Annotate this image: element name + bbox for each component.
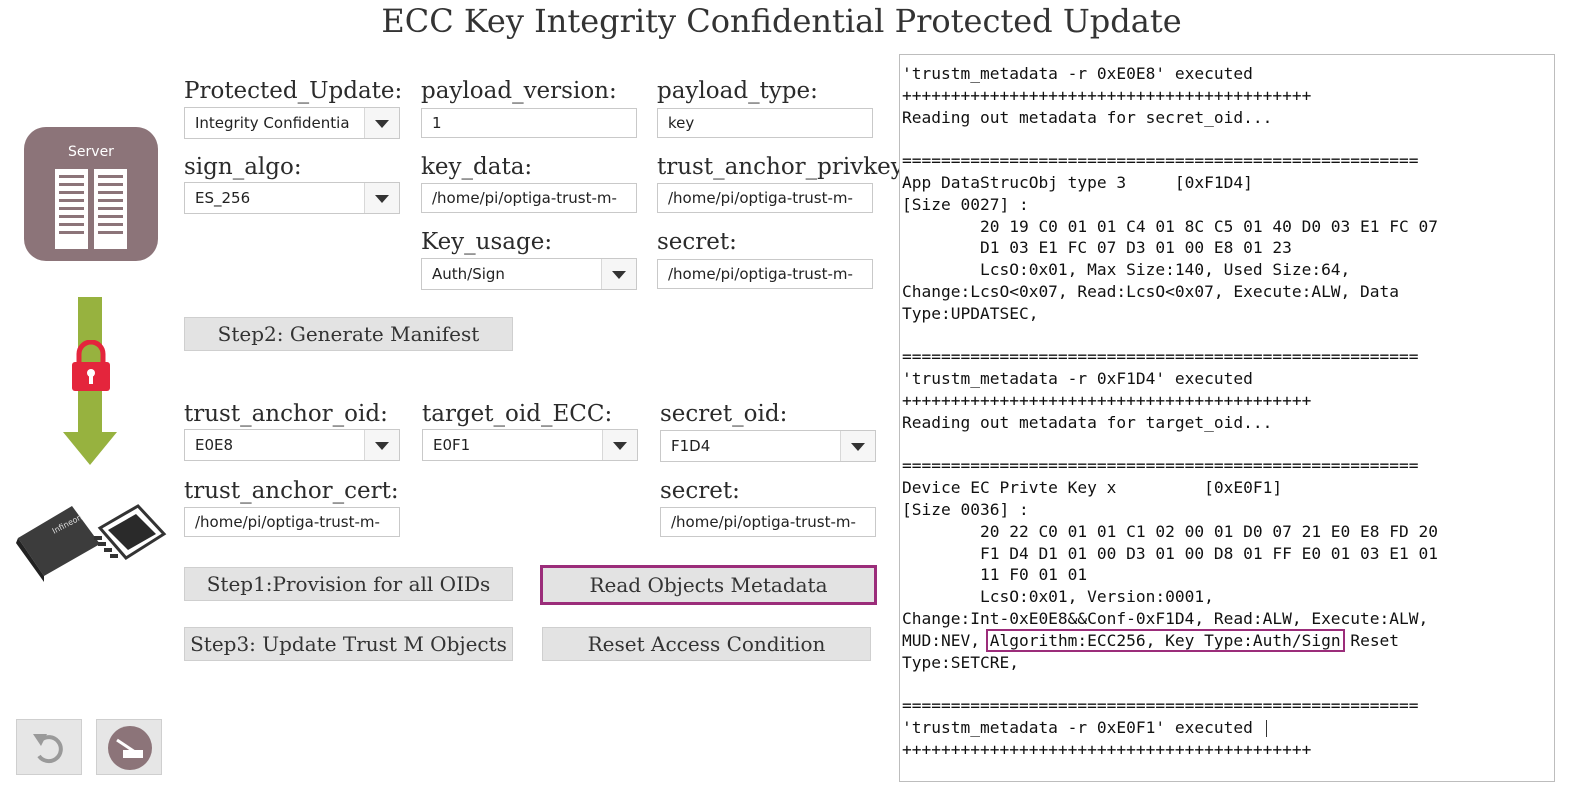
payload-type-label: payload_type: (657, 78, 818, 104)
key-data-label: key_data: (421, 154, 533, 180)
terminal-line: Type:SETCRE, (902, 652, 1019, 672)
terminal-line: [Size 0027] : (902, 194, 1029, 214)
terminal-line: ++++++++++++++++++++++++++++++++++++++++… (902, 85, 1312, 105)
text-cursor (1265, 719, 1267, 737)
terminal-line: 20 22 C0 01 01 C1 02 00 01 D0 07 21 E0 E… (902, 521, 1439, 541)
terminal-line: [Size 0036] : (902, 499, 1029, 519)
back-button[interactable] (16, 719, 82, 775)
terminal-line: Change:LcsO<0x07, Read:LcsO<0x07, Execut… (902, 281, 1400, 301)
terminal-output[interactable]: 'trustm_metadata -r 0xE0E8' executed ++++… (899, 54, 1555, 782)
terminal-line: Change:Int-0xE0E8&&Conf-0xF1D4, Read:ALW… (902, 608, 1429, 628)
terminal-line: F1 D4 D1 01 00 D3 01 00 D8 01 FF E0 01 0… (902, 543, 1439, 563)
payload-version-label: payload_version: (421, 78, 617, 104)
terminal-line: 20 19 C0 01 01 C4 01 8C C5 01 40 D0 03 E… (902, 216, 1439, 236)
target-oid-ecc-label: target_oid_ECC: (422, 401, 613, 427)
key-usage-select[interactable]: Auth/Sign (421, 258, 637, 290)
terminal-line: ++++++++++++++++++++++++++++++++++++++++… (902, 739, 1312, 759)
chevron-down-icon (840, 431, 875, 461)
terminal-line: ========================================… (902, 347, 1419, 367)
reset-access-condition-button[interactable]: Reset Access Condition (542, 627, 871, 661)
exit-button[interactable] (96, 719, 162, 775)
page-title: ECC Key Integrity Confidential Protected… (381, 2, 1182, 40)
chip-icon: Infineon (14, 494, 174, 584)
sign-algo-select[interactable]: ES_256 (184, 182, 400, 214)
sign-algo-label: sign_algo: (184, 154, 302, 180)
terminal-line: Device EC Privte Key x [0xE0F1] (902, 478, 1283, 498)
algorithm-key-type-highlight: Algorithm:ECC256, Key Type:Auth/Sign (985, 628, 1345, 652)
server-label: Server (68, 144, 114, 160)
chevron-down-icon (364, 183, 399, 213)
terminal-line: D1 03 E1 FC 07 D3 01 00 E8 01 23 (902, 238, 1292, 258)
terminal-line: ========================================… (902, 696, 1419, 716)
payload-type-input[interactable]: key (657, 108, 873, 138)
terminal-line: Reading out metadata for target_oid... (902, 412, 1273, 432)
terminal-line: 11 F0 01 01 (902, 565, 1088, 585)
exit-icon (108, 726, 152, 770)
read-objects-metadata-button[interactable]: Read Objects Metadata (540, 565, 877, 605)
secret-oid-label: secret_oid: (660, 401, 788, 427)
lock-icon (70, 339, 112, 392)
protected-update-label: Protected_Update: (184, 78, 403, 104)
trust-anchor-oid-label: trust_anchor_oid: (184, 401, 388, 427)
trust-anchor-privkey-label: trust_anchor_privkey: (657, 154, 912, 180)
terminal-line: 'trustm_metadata -r 0xF1D4' executed (902, 369, 1253, 389)
server-icon: Server (24, 127, 158, 261)
terminal-line: 'trustm_metadata -r 0xE0F1' executed (902, 717, 1554, 739)
trust-anchor-oid-select[interactable]: E0E8 (184, 429, 400, 461)
secret-oid-select[interactable]: F1D4 (660, 430, 876, 462)
terminal-line: LcsO:0x01, Version:0001, (902, 587, 1214, 607)
trust-anchor-cert-input[interactable]: /home/pi/optiga-trust-m- (184, 507, 400, 537)
secret-top-input[interactable]: /home/pi/optiga-trust-m- (657, 259, 873, 289)
terminal-line: ++++++++++++++++++++++++++++++++++++++++… (902, 390, 1312, 410)
terminal-line: LcsO:0x01, Max Size:140, Used Size:64, (902, 260, 1351, 280)
terminal-line: App DataStrucObj type 3 [0xF1D4] (902, 172, 1253, 192)
terminal-line: ========================================… (902, 456, 1419, 476)
chevron-down-icon (602, 430, 637, 460)
terminal-line: ========================================… (902, 151, 1419, 171)
terminal-line: 'trustm_metadata -r 0xE0E8' executed (902, 64, 1253, 83)
provision-all-oids-button[interactable]: Step1:Provision for all OIDs (184, 567, 513, 601)
chevron-down-icon (364, 108, 399, 138)
key-usage-label: Key_usage: (421, 229, 553, 255)
secret-top-label: secret: (657, 229, 737, 255)
terminal-line: Type:UPDATSEC, (902, 303, 1039, 323)
generate-manifest-button[interactable]: Step2: Generate Manifest (184, 317, 513, 351)
trust-anchor-privkey-input[interactable]: /home/pi/optiga-trust-m- (657, 183, 873, 213)
undo-icon (33, 734, 63, 764)
secret-bottom-label: secret: (660, 478, 740, 504)
terminal-line: Reading out metadata for secret_oid... (902, 107, 1273, 127)
chevron-down-icon (364, 430, 399, 460)
terminal-line: MUD:NEV, Algorithm:ECC256, Key Type:Auth… (902, 628, 1400, 652)
target-oid-ecc-select[interactable]: E0F1 (422, 429, 638, 461)
payload-version-input[interactable]: 1 (421, 108, 637, 138)
key-data-input[interactable]: /home/pi/optiga-trust-m- (421, 183, 637, 213)
update-trust-m-objects-button[interactable]: Step3: Update Trust M Objects (184, 627, 513, 661)
secret-bottom-input[interactable]: /home/pi/optiga-trust-m- (660, 507, 876, 537)
protected-update-select[interactable]: Integrity Confidentia (184, 107, 400, 139)
chevron-down-icon (601, 259, 636, 289)
trust-anchor-cert-label: trust_anchor_cert: (184, 478, 399, 504)
